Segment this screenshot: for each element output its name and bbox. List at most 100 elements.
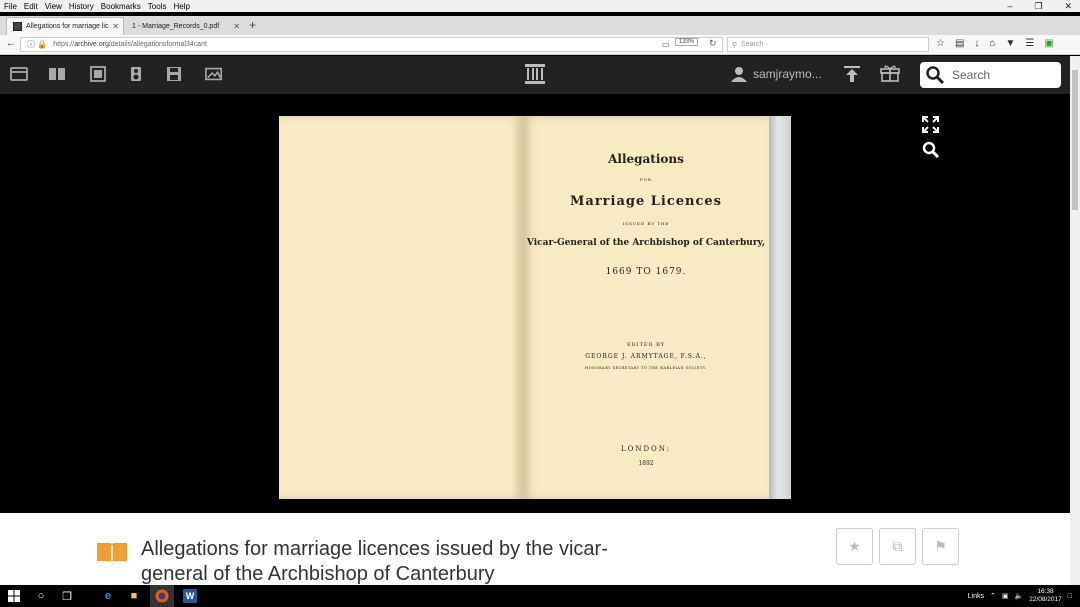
page-text-for: FOR xyxy=(639,177,653,182)
tab-strip: Allegations for marriage lic ✕ 1 - Marri… xyxy=(0,16,1080,35)
reader-view-icon[interactable]: ▭ xyxy=(662,40,670,49)
clock[interactable]: 16:38 22/08/2017 xyxy=(1029,588,1062,604)
pocket-icon[interactable]: ▼ xyxy=(1005,38,1015,49)
user-icon xyxy=(731,67,747,82)
upload-icon[interactable] xyxy=(843,65,861,83)
site-info-icon[interactable]: ⓘ 🔒 xyxy=(27,39,47,50)
page-text-issued: ISSUED BY THE xyxy=(622,221,670,226)
zoom-level[interactable]: 133% xyxy=(675,38,699,46)
right-page[interactable]: Allegations FOR Marriage Licences ISSUED… xyxy=(523,116,769,499)
search-icon xyxy=(926,66,944,84)
url-path: /details/allegationsformal34cant xyxy=(108,41,207,48)
left-page[interactable] xyxy=(279,116,523,499)
software-icon[interactable] xyxy=(165,66,183,82)
fullscreen-expand-icon[interactable] xyxy=(922,116,939,133)
page-edited-by: EDITED BY xyxy=(626,342,666,348)
favorite-button[interactable]: ★ xyxy=(836,528,873,565)
menu-bar: File Edit View History Bookmarks Tools H… xyxy=(0,0,1080,12)
window-controls: – ❐ ✕ xyxy=(1007,0,1072,12)
browser-toolbar-icons: ☆ ▤ ↓ ⌂ ▼ ☰ ▣ xyxy=(936,38,1054,49)
page-scrollbar[interactable] xyxy=(1070,56,1080,585)
donate-gift-icon[interactable] xyxy=(880,64,900,82)
page-place: LONDON: xyxy=(620,445,672,453)
tab-label: 1 - Marriage_Records_0.pdf xyxy=(132,22,220,30)
firefox-icon[interactable] xyxy=(150,585,174,607)
bookmark-star-icon[interactable]: ☆ xyxy=(936,38,945,49)
menu-bookmarks[interactable]: Bookmarks xyxy=(101,2,141,11)
word-icon[interactable]: W xyxy=(178,585,202,607)
close-tab-icon[interactable]: ✕ xyxy=(112,22,119,31)
menu-icon[interactable]: ☰ xyxy=(1025,38,1034,49)
browser-search-input[interactable]: ⚲ Search xyxy=(727,37,929,52)
cortana-search-icon[interactable]: ○ xyxy=(30,585,52,607)
reload-icon[interactable]: ↻ xyxy=(709,38,717,49)
url-bar[interactable]: ⓘ 🔒 https://archive.org/details/allegati… xyxy=(20,37,723,52)
archive-search-input[interactable]: Search xyxy=(920,62,1061,88)
start-button[interactable] xyxy=(0,585,28,607)
minimize-icon[interactable]: – xyxy=(1007,1,1012,11)
search-inside-icon[interactable] xyxy=(922,141,939,158)
menu-help[interactable]: Help xyxy=(173,2,189,11)
tray-chevron-icon[interactable]: ⌃ xyxy=(990,592,996,600)
menu-tools[interactable]: Tools xyxy=(148,2,167,11)
browser-search-placeholder: Search xyxy=(741,41,764,48)
audio-icon[interactable] xyxy=(127,66,145,82)
network-icon[interactable]: ▣ xyxy=(1002,592,1009,600)
book-reader: Allegations FOR Marriage Licences ISSUED… xyxy=(0,94,1070,513)
new-tab-icon[interactable]: + xyxy=(249,18,256,32)
scrollbar-thumb[interactable] xyxy=(1072,70,1078,210)
menu-view[interactable]: View xyxy=(45,2,62,11)
reading-list-icon[interactable]: ▤ xyxy=(955,38,964,49)
username: samjraymo... xyxy=(753,67,822,81)
tab-marriage-records[interactable]: 1 - Marriage_Records_0.pdf ✕ xyxy=(126,17,244,35)
texts-book-icon xyxy=(97,543,127,563)
item-title: Allegations for marriage licences issued… xyxy=(141,538,608,585)
page-heading: Marriage Licences xyxy=(570,194,722,209)
page-title-line: Allegations xyxy=(608,152,684,166)
system-tray: Links ⌃ ▣ 🔈 16:38 22/08/2017 □ xyxy=(968,585,1072,607)
archive-toolbar: samjraymo... Search xyxy=(0,56,1080,94)
close-icon[interactable]: ✕ xyxy=(1064,1,1072,12)
download-icon[interactable]: ↓ xyxy=(974,38,979,49)
extension-icon[interactable]: ▣ xyxy=(1044,38,1053,49)
windows-logo-icon xyxy=(8,590,20,602)
back-icon[interactable]: ← xyxy=(6,38,16,49)
menu-file[interactable]: File xyxy=(4,2,17,11)
navigation-bar: ← ⓘ 🔒 https://archive.org/details/allega… xyxy=(0,35,1080,55)
item-info-section: Allegations for marriage licences issued… xyxy=(0,513,1070,585)
page-subheading: Vicar-General of the Archbishop of Cante… xyxy=(526,238,766,248)
windows-taskbar: ○ ❐ e ■ W Links ⌃ ▣ 🔈 16:38 22/08/2017 □ xyxy=(0,585,1080,607)
task-view-icon[interactable]: ❐ xyxy=(56,585,78,607)
close-tab-icon[interactable]: ✕ xyxy=(233,22,240,31)
archive-logo-icon[interactable] xyxy=(524,63,546,85)
word-logo-icon: W xyxy=(183,589,197,603)
menu-edit[interactable]: Edit xyxy=(24,2,38,11)
archive-favicon-icon xyxy=(13,22,22,31)
web-icon[interactable] xyxy=(10,66,28,82)
archive-search-placeholder: Search xyxy=(952,68,991,82)
notifications-icon[interactable]: □ xyxy=(1068,593,1072,600)
tab-allegations[interactable]: Allegations for marriage lic ✕ xyxy=(6,17,124,35)
share-button[interactable]: ⧉ xyxy=(879,528,916,565)
edge-icon[interactable]: e xyxy=(96,585,120,607)
restore-icon[interactable]: ❐ xyxy=(1034,1,1042,12)
firefox-logo-icon xyxy=(155,589,169,603)
links-toolbar[interactable]: Links xyxy=(968,593,984,600)
page-edge xyxy=(769,116,791,499)
page-years: 1669 TO 1679. xyxy=(605,267,687,277)
home-icon[interactable]: ⌂ xyxy=(989,38,995,49)
user-menu[interactable]: samjraymo... xyxy=(731,66,822,82)
clock-date: 22/08/2017 xyxy=(1029,596,1062,603)
page-editor-role: HONORARY SECRETARY TO THE HARLEIAN SOCIE… xyxy=(585,366,707,370)
url-host: archive.org xyxy=(74,41,109,48)
flag-button[interactable]: ⚑ xyxy=(922,528,959,565)
clock-time: 16:38 xyxy=(1037,588,1054,595)
images-icon[interactable] xyxy=(205,66,223,82)
file-explorer-icon[interactable]: ■ xyxy=(122,585,146,607)
volume-icon[interactable]: 🔈 xyxy=(1015,592,1024,600)
menu-history[interactable]: History xyxy=(69,2,94,11)
page-editor: GEORGE J. ARMYTAGE, F.S.A., xyxy=(585,353,707,360)
search-icon: ⚲ xyxy=(732,41,738,49)
texts-icon[interactable] xyxy=(48,66,66,82)
video-icon[interactable] xyxy=(89,66,107,82)
